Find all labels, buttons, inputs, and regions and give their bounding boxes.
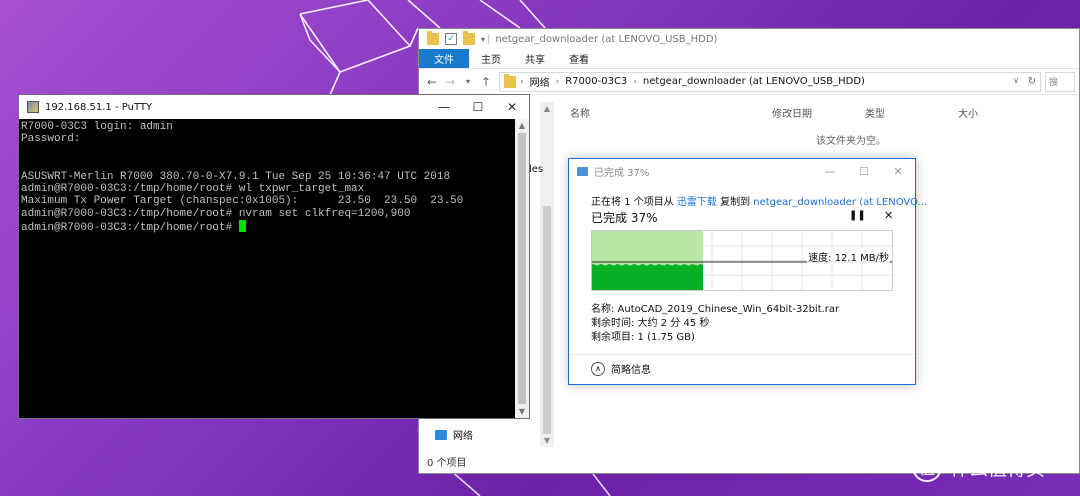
breadcrumb-network[interactable]: 网络 [530,74,550,89]
terminal-line: Maximum Tx Power Target (chanspec:0x1005… [21,195,464,208]
dialog-titlebar: 已完成 37% — ☐ ✕ [569,159,915,183]
close-icon[interactable]: ✕ [881,165,915,178]
qat-dropdown-icon[interactable]: ▾ [481,35,485,44]
breadcrumb-router[interactable]: R7000-03C3 [565,76,627,87]
watermark-text: 什么值得买 [950,457,1046,480]
nav-network-label: 网络 [453,431,473,442]
address-bar[interactable]: › 网络 › R7000-03C3 › netgear_downloader (… [499,71,1041,92]
address-folder-icon [504,73,516,88]
breadcrumb-folder[interactable]: netgear_downloader (at LENOVO_USB_HDD) [643,76,865,87]
recent-dropdown-icon[interactable]: ▾ [459,77,477,86]
minimize-icon[interactable]: — [813,165,847,178]
search-placeholder: 搜 [1049,78,1059,88]
terminal-cursor [238,220,246,233]
back-arrow-icon[interactable]: ← [423,75,441,89]
column-name[interactable]: 名称 [570,105,590,120]
minimize-icon[interactable]: — [427,95,461,119]
time-remaining: 剩余时间: 大约 2 分 45 秒 [591,318,710,329]
ribbon: 文件 主页 共享 查看 [419,49,1079,69]
percent-complete: 已完成 37% [591,211,658,225]
terminal-line: ASUSWRT-Merlin R7000 380.70-0-X7.9.1 Tue… [21,170,451,183]
tab-home[interactable]: 主页 [469,49,513,68]
copy-summary: 正在将 1 个项目从 迅雷下载 复制到 netgear_downloader (… [591,193,927,208]
status-bar: 0 个项目 [427,458,467,469]
scroll-down-icon[interactable]: ▼ [540,436,554,445]
putty-window: 192.168.51.1 - PuTTY — ☐ ✕ R7000-03C3 lo… [18,94,530,419]
copy-summary-prefix: 正在将 1 个项目从 [591,197,677,208]
nav-item-partial[interactable]: les [529,164,543,175]
search-input[interactable]: 搜 [1045,71,1075,92]
chevron-right-icon[interactable]: › [633,77,637,87]
terminal-line: admin@R7000-03C3:/tmp/home/root# wl txpw… [21,183,365,196]
title-separator: | [487,33,491,45]
nav-scrollbar[interactable]: ▲ ▼ [540,102,554,447]
putty-titlebar: 192.168.51.1 - PuTTY — ☐ ✕ [19,95,529,119]
scroll-up-icon[interactable]: ▲ [540,104,554,113]
properties-icon[interactable]: ✓ [445,33,457,45]
address-row: ← → ▾ ↑ › 网络 › R7000-03C3 › netgear_down… [419,69,1079,95]
forward-arrow-icon[interactable]: → [441,75,459,89]
nav-scroll-thumb[interactable] [543,206,551,434]
putty-title: 192.168.51.1 - PuTTY [45,101,153,113]
new-folder-icon[interactable] [463,31,475,45]
fewer-details-label: 简略信息 [611,365,651,376]
dialog-divider [569,354,915,355]
terminal-prompt: admin@R7000-03C3:/tmp/home/root# [21,222,239,235]
terminal-prompt-line: admin@R7000-03C3:/tmp/home/root# [21,220,514,234]
folder-icon [427,31,439,45]
explorer-titlebar: ✓ ▾ | netgear_downloader (at LENOVO_USB_… [419,29,1079,49]
destination-link[interactable]: netgear_downloader (at LENOVO... [753,197,927,208]
terminal-line: admin@R7000-03C3:/tmp/home/root# nvram s… [21,207,411,220]
watermark: 值 什么值得买 [912,452,1045,482]
tab-view[interactable]: 查看 [557,49,601,68]
maximize-icon[interactable]: ☐ [461,95,495,119]
chevron-right-icon[interactable]: › [556,77,560,87]
empty-folder-message: 该文件夹为空。 [816,136,886,147]
file-name: 名称: AutoCAD_2019_Chinese_Win_64bit-32bit… [591,304,840,315]
address-dropdown-icon[interactable]: ∨ [1008,76,1024,87]
chevron-up-icon: ∧ [591,361,605,376]
putty-icon[interactable] [27,101,39,113]
watermark-logo: 值 [912,452,942,482]
tab-file[interactable]: 文件 [419,49,469,68]
close-icon[interactable]: ✕ [495,95,529,119]
column-type[interactable]: 类型 [865,105,885,120]
pause-button[interactable]: ❚❚ [849,210,866,221]
tab-share[interactable]: 共享 [513,49,557,68]
copy-summary-mid: 复制到 [716,197,754,208]
items-remaining: 剩余项目: 1 (1.75 GB) [591,332,695,343]
column-modified[interactable]: 修改日期 [772,105,812,120]
copy-icon [577,166,588,176]
speed-area [592,264,703,290]
putty-scrollbar[interactable]: ▲ ▼ [515,119,529,418]
maximize-icon[interactable]: ☐ [847,165,881,178]
scroll-up-icon[interactable]: ▲ [515,121,529,130]
chevron-right-icon[interactable]: › [520,77,524,87]
column-headers: 名称 修改日期 类型 大小 [554,102,1079,122]
scroll-down-icon[interactable]: ▼ [515,407,529,416]
explorer-title: netgear_downloader (at LENOVO_USB_HDD) [495,33,718,45]
copy-progress-dialog: 已完成 37% — ☐ ✕ 正在将 1 个项目从 迅雷下载 复制到 netgea… [568,158,927,385]
dialog-title: 已完成 37% [594,167,650,179]
fewer-details-button[interactable]: ∧ 简略信息 [591,361,651,376]
column-size[interactable]: 大小 [958,105,978,120]
up-arrow-icon[interactable]: ↑ [477,75,495,89]
transfer-speed-graph: 速度: 12.1 MB/秒 [591,230,893,291]
terminal[interactable]: R7000-03C3 login: admin Password: ASUSWRT… [19,119,516,418]
terminal-line: Password: [21,133,81,146]
cancel-button[interactable]: ✕ [884,209,893,222]
network-icon [435,429,447,440]
source-link[interactable]: 迅雷下载 [677,197,717,208]
nav-item-network[interactable]: 网络 [435,427,473,442]
putty-scroll-thumb[interactable] [518,133,526,404]
refresh-icon[interactable]: ↻ [1024,76,1040,87]
terminal-line: R7000-03C3 login: admin [21,121,173,133]
speed-label: 速度: 12.1 MB/秒 [807,249,890,264]
